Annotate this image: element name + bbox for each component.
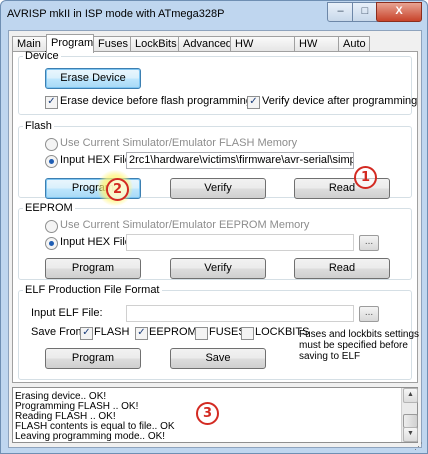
elf-input-field[interactable] <box>126 305 354 322</box>
elf-program-button[interactable]: Program <box>45 348 141 369</box>
verify-after-checkbox[interactable]: ✓ <box>247 96 260 109</box>
eeprom-use-sim-label: Use Current Simulator/Emulator EEPROM Me… <box>60 219 310 231</box>
app-window: AVRISP mkII in ISP mode with ATmega328P … <box>0 0 428 454</box>
close-button[interactable]: X <box>376 2 422 22</box>
flash-legend: Flash <box>25 120 52 132</box>
status-log[interactable]: Erasing device.. OK! Programming FLASH .… <box>12 387 418 443</box>
elf-input-label: Input ELF File: <box>31 307 103 319</box>
eeprom-read-button[interactable]: Read <box>294 258 390 279</box>
flash-input-hex-radio[interactable] <box>45 155 58 168</box>
elf-eeprom-label: EEPROM <box>149 326 197 338</box>
flash-hex-path-field[interactable]: 2rc1\hardware\victims\firmware\avr-seria… <box>126 152 354 169</box>
elf-legend: ELF Production File Format <box>25 284 160 296</box>
elf-flash-checkbox[interactable]: ✓ <box>80 327 93 340</box>
annotation-2-badge: 2 <box>106 178 129 201</box>
annotation-3-badge: 3 <box>196 402 219 425</box>
elf-browse-button[interactable]: ... <box>359 306 379 322</box>
elf-fuses-checkbox[interactable] <box>195 327 208 340</box>
elf-lockbits-checkbox[interactable] <box>241 327 254 340</box>
maximize-button[interactable]: □ <box>352 2 378 22</box>
eeprom-verify-button[interactable]: Verify <box>170 258 266 279</box>
title-bar[interactable]: AVRISP mkII in ISP mode with ATmega328P … <box>1 1 427 29</box>
program-tab-panel: Device Erase Device ✓ Erase device befor… <box>12 50 420 383</box>
eeprom-input-hex-radio[interactable] <box>45 237 58 250</box>
verify-after-label: Verify device after programming <box>262 95 418 107</box>
eeprom-program-button[interactable]: Program <box>45 258 141 279</box>
elf-note-line2: must be specified before <box>299 340 408 351</box>
tab-program[interactable]: Program <box>46 34 94 53</box>
erase-before-checkbox[interactable]: ✓ <box>45 96 58 109</box>
flash-verify-button[interactable]: Verify <box>170 178 266 199</box>
flash-input-hex-label: Input HEX File <box>60 154 131 166</box>
eeprom-use-sim-radio[interactable] <box>45 220 58 233</box>
eeprom-hex-path-field[interactable] <box>126 234 354 251</box>
elf-save-button[interactable]: Save <box>170 348 266 369</box>
scroll-up-arrow-icon[interactable]: ▲ <box>403 388 418 403</box>
resize-grip-icon[interactable]: ⋰ <box>414 441 424 451</box>
log-scrollbar[interactable]: ▲ ▼ <box>401 388 418 442</box>
eeprom-legend: EEPROM <box>25 202 73 214</box>
elf-flash-label: FLASH <box>94 326 130 338</box>
elf-note-line3: saving to ELF <box>299 351 361 362</box>
client-area: Main Program Fuses LockBits Advanced HW … <box>8 30 422 448</box>
annotation-1-badge: 1 <box>354 166 377 189</box>
elf-eeprom-checkbox[interactable]: ✓ <box>135 327 148 340</box>
erase-device-button[interactable]: Erase Device <box>45 68 141 89</box>
minimize-button[interactable]: – <box>327 2 354 22</box>
eeprom-input-hex-label: Input HEX File <box>60 236 131 248</box>
scroll-down-arrow-icon[interactable]: ▼ <box>403 427 418 442</box>
elf-note-line1: Fuses and lockbits settings <box>299 329 420 340</box>
erase-before-label: Erase device before flash programming <box>60 95 252 107</box>
flash-use-sim-label: Use Current Simulator/Emulator FLASH Mem… <box>60 137 298 149</box>
window-title: AVRISP mkII in ISP mode with ATmega328P <box>7 8 225 20</box>
log-line: Leaving programming mode.. OK! <box>15 431 166 442</box>
flash-use-sim-radio[interactable] <box>45 138 58 151</box>
scroll-thumb[interactable] <box>403 414 418 428</box>
eeprom-browse-button[interactable]: ... <box>359 235 379 251</box>
